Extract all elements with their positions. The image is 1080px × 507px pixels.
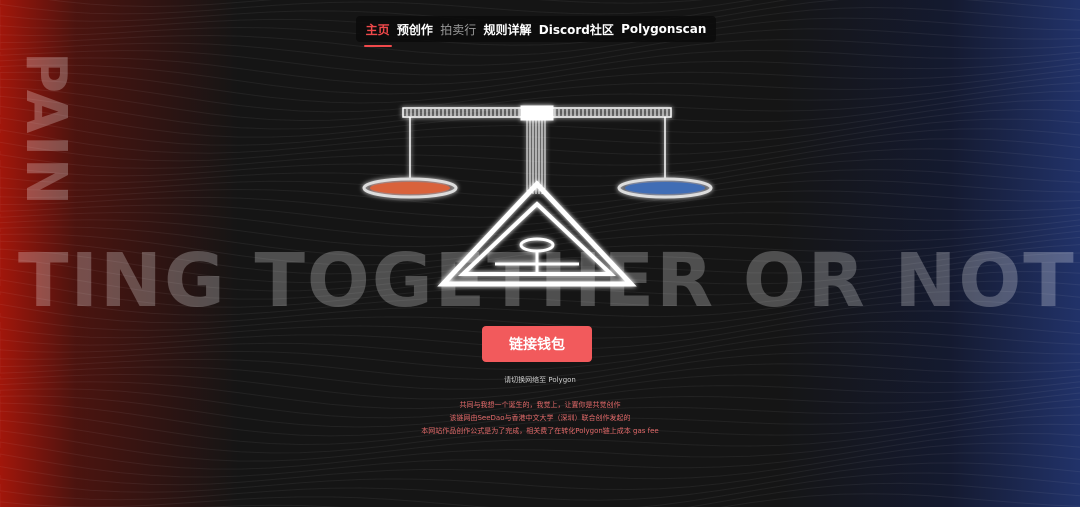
balance-scale-illustration (362, 105, 713, 287)
nav-item-auction[interactable]: 拍卖行 (440, 21, 476, 38)
wave-line (0, 462, 1080, 501)
nav-item-discord[interactable]: Discord社区 (539, 21, 614, 38)
connect-wallet-button[interactable]: 链接钱包 (482, 326, 592, 362)
hero-vertical-text: PAIN (13, 52, 78, 207)
nav-item-rules[interactable]: 规则详解 (483, 21, 531, 38)
nav-item-pre-create[interactable]: 预创作 (397, 21, 433, 38)
network-note: 请切换网络至 Polygon (504, 376, 576, 384)
scale-base-knob (519, 237, 555, 253)
wave-line (47, 0, 704, 8)
wave-line (0, 0, 754, 15)
nav-item-polygonscan[interactable]: Polygonscan (621, 22, 706, 36)
wave-line (719, 493, 1080, 507)
top-nav: 主页 预创作 拍卖行 规则详解 Discord社区 Polygonscan (356, 16, 716, 47)
description-line: 本网站作品创作公式是为了完成，相关费了在转化Polygon链上成本 gas fe… (421, 427, 659, 435)
right-pan-fill (625, 182, 705, 194)
scale-beam-center (520, 105, 554, 121)
wave-line (0, 472, 1080, 507)
left-pan-fill (370, 182, 450, 194)
wave-line (0, 57, 1080, 95)
nav-item-home[interactable]: 主页 (363, 21, 392, 47)
description-block: 共同与我想一个诞生的，我觉上，让置你是共觉创作 该链网由SeeDao与香港中文大… (0, 399, 1080, 438)
description-line: 共同与我想一个诞生的，我觉上，让置你是共觉创作 (459, 401, 621, 409)
description-line: 该链网由SeeDao与香港中文大学（深圳）联合创作发起的 (449, 414, 631, 422)
